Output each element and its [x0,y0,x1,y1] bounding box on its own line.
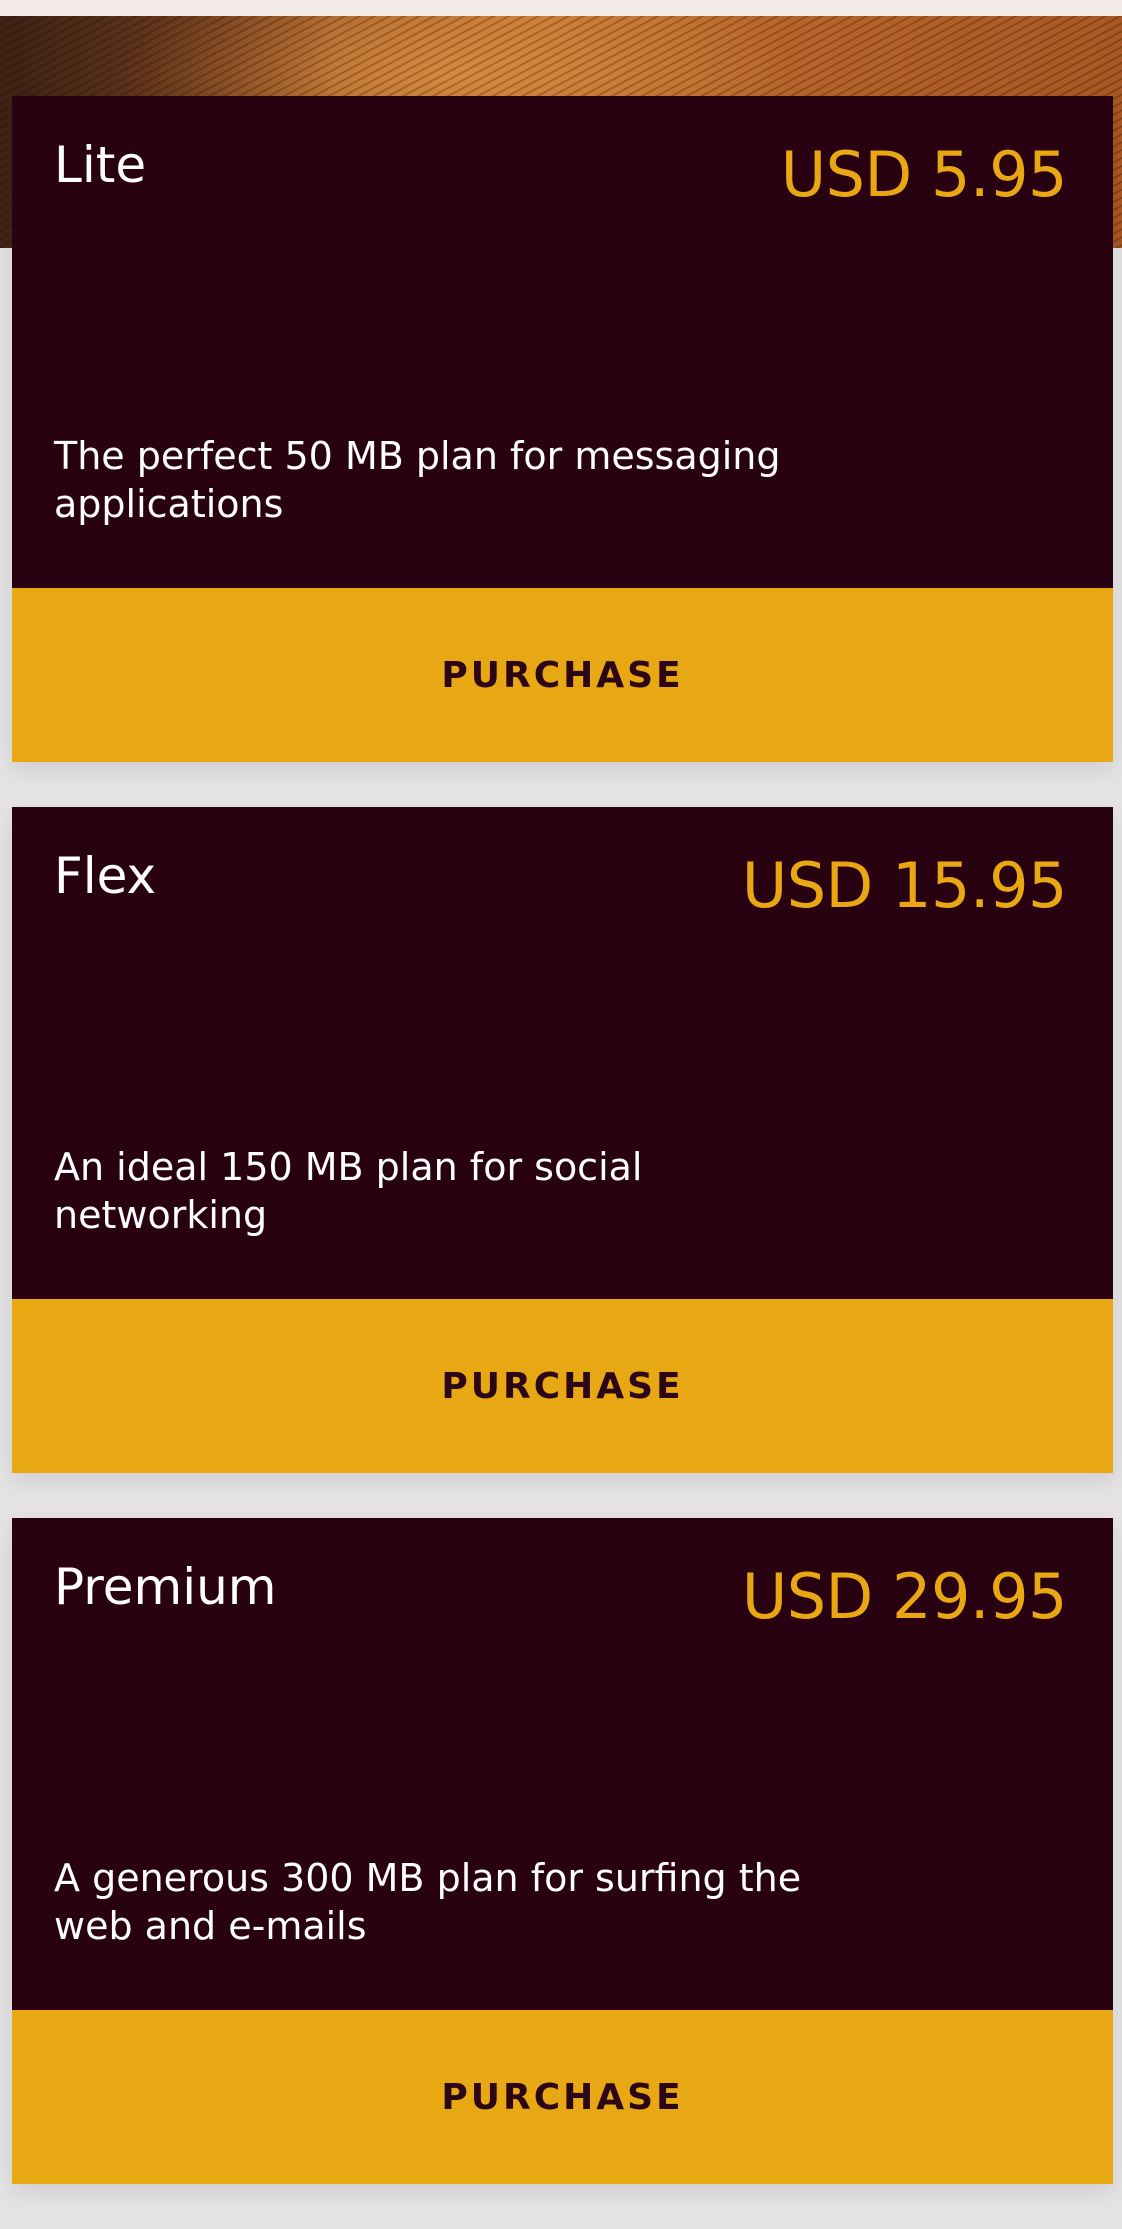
purchase-button-flex[interactable]: PURCHASE [12,1299,1113,1473]
plans-list: Lite USD 5.95 The perfect 50 MB plan for… [12,96,1113,2229]
plan-price: USD 5.95 [780,138,1068,211]
plan-price: USD 15.95 [741,849,1068,922]
plan-card-body: Flex USD 15.95 An ideal 150 MB plan for … [12,807,1113,1299]
plan-card-flex: Flex USD 15.95 An ideal 150 MB plan for … [12,807,1113,1473]
plan-card-premium: Premium USD 29.95 A generous 300 MB plan… [12,1518,1113,2184]
plan-description: A generous 300 MB plan for surfing the w… [54,1856,802,1948]
plan-card-body: Premium USD 29.95 A generous 300 MB plan… [12,1518,1113,2010]
purchase-button-premium[interactable]: PURCHASE [12,2010,1113,2184]
purchase-button-lite[interactable]: PURCHASE [12,588,1113,762]
plan-name: Lite [54,136,147,194]
top-strip [0,0,1122,16]
plan-description: The perfect 50 MB plan for messaging app… [54,434,781,526]
plan-price: USD 29.95 [741,1560,1068,1633]
plan-card-lite: Lite USD 5.95 The perfect 50 MB plan for… [12,96,1113,762]
plan-card-body: Lite USD 5.95 The perfect 50 MB plan for… [12,96,1113,588]
plan-name: Premium [54,1558,277,1616]
plan-name: Flex [54,847,157,905]
plan-description: An ideal 150 MB plan for social networki… [54,1145,643,1237]
